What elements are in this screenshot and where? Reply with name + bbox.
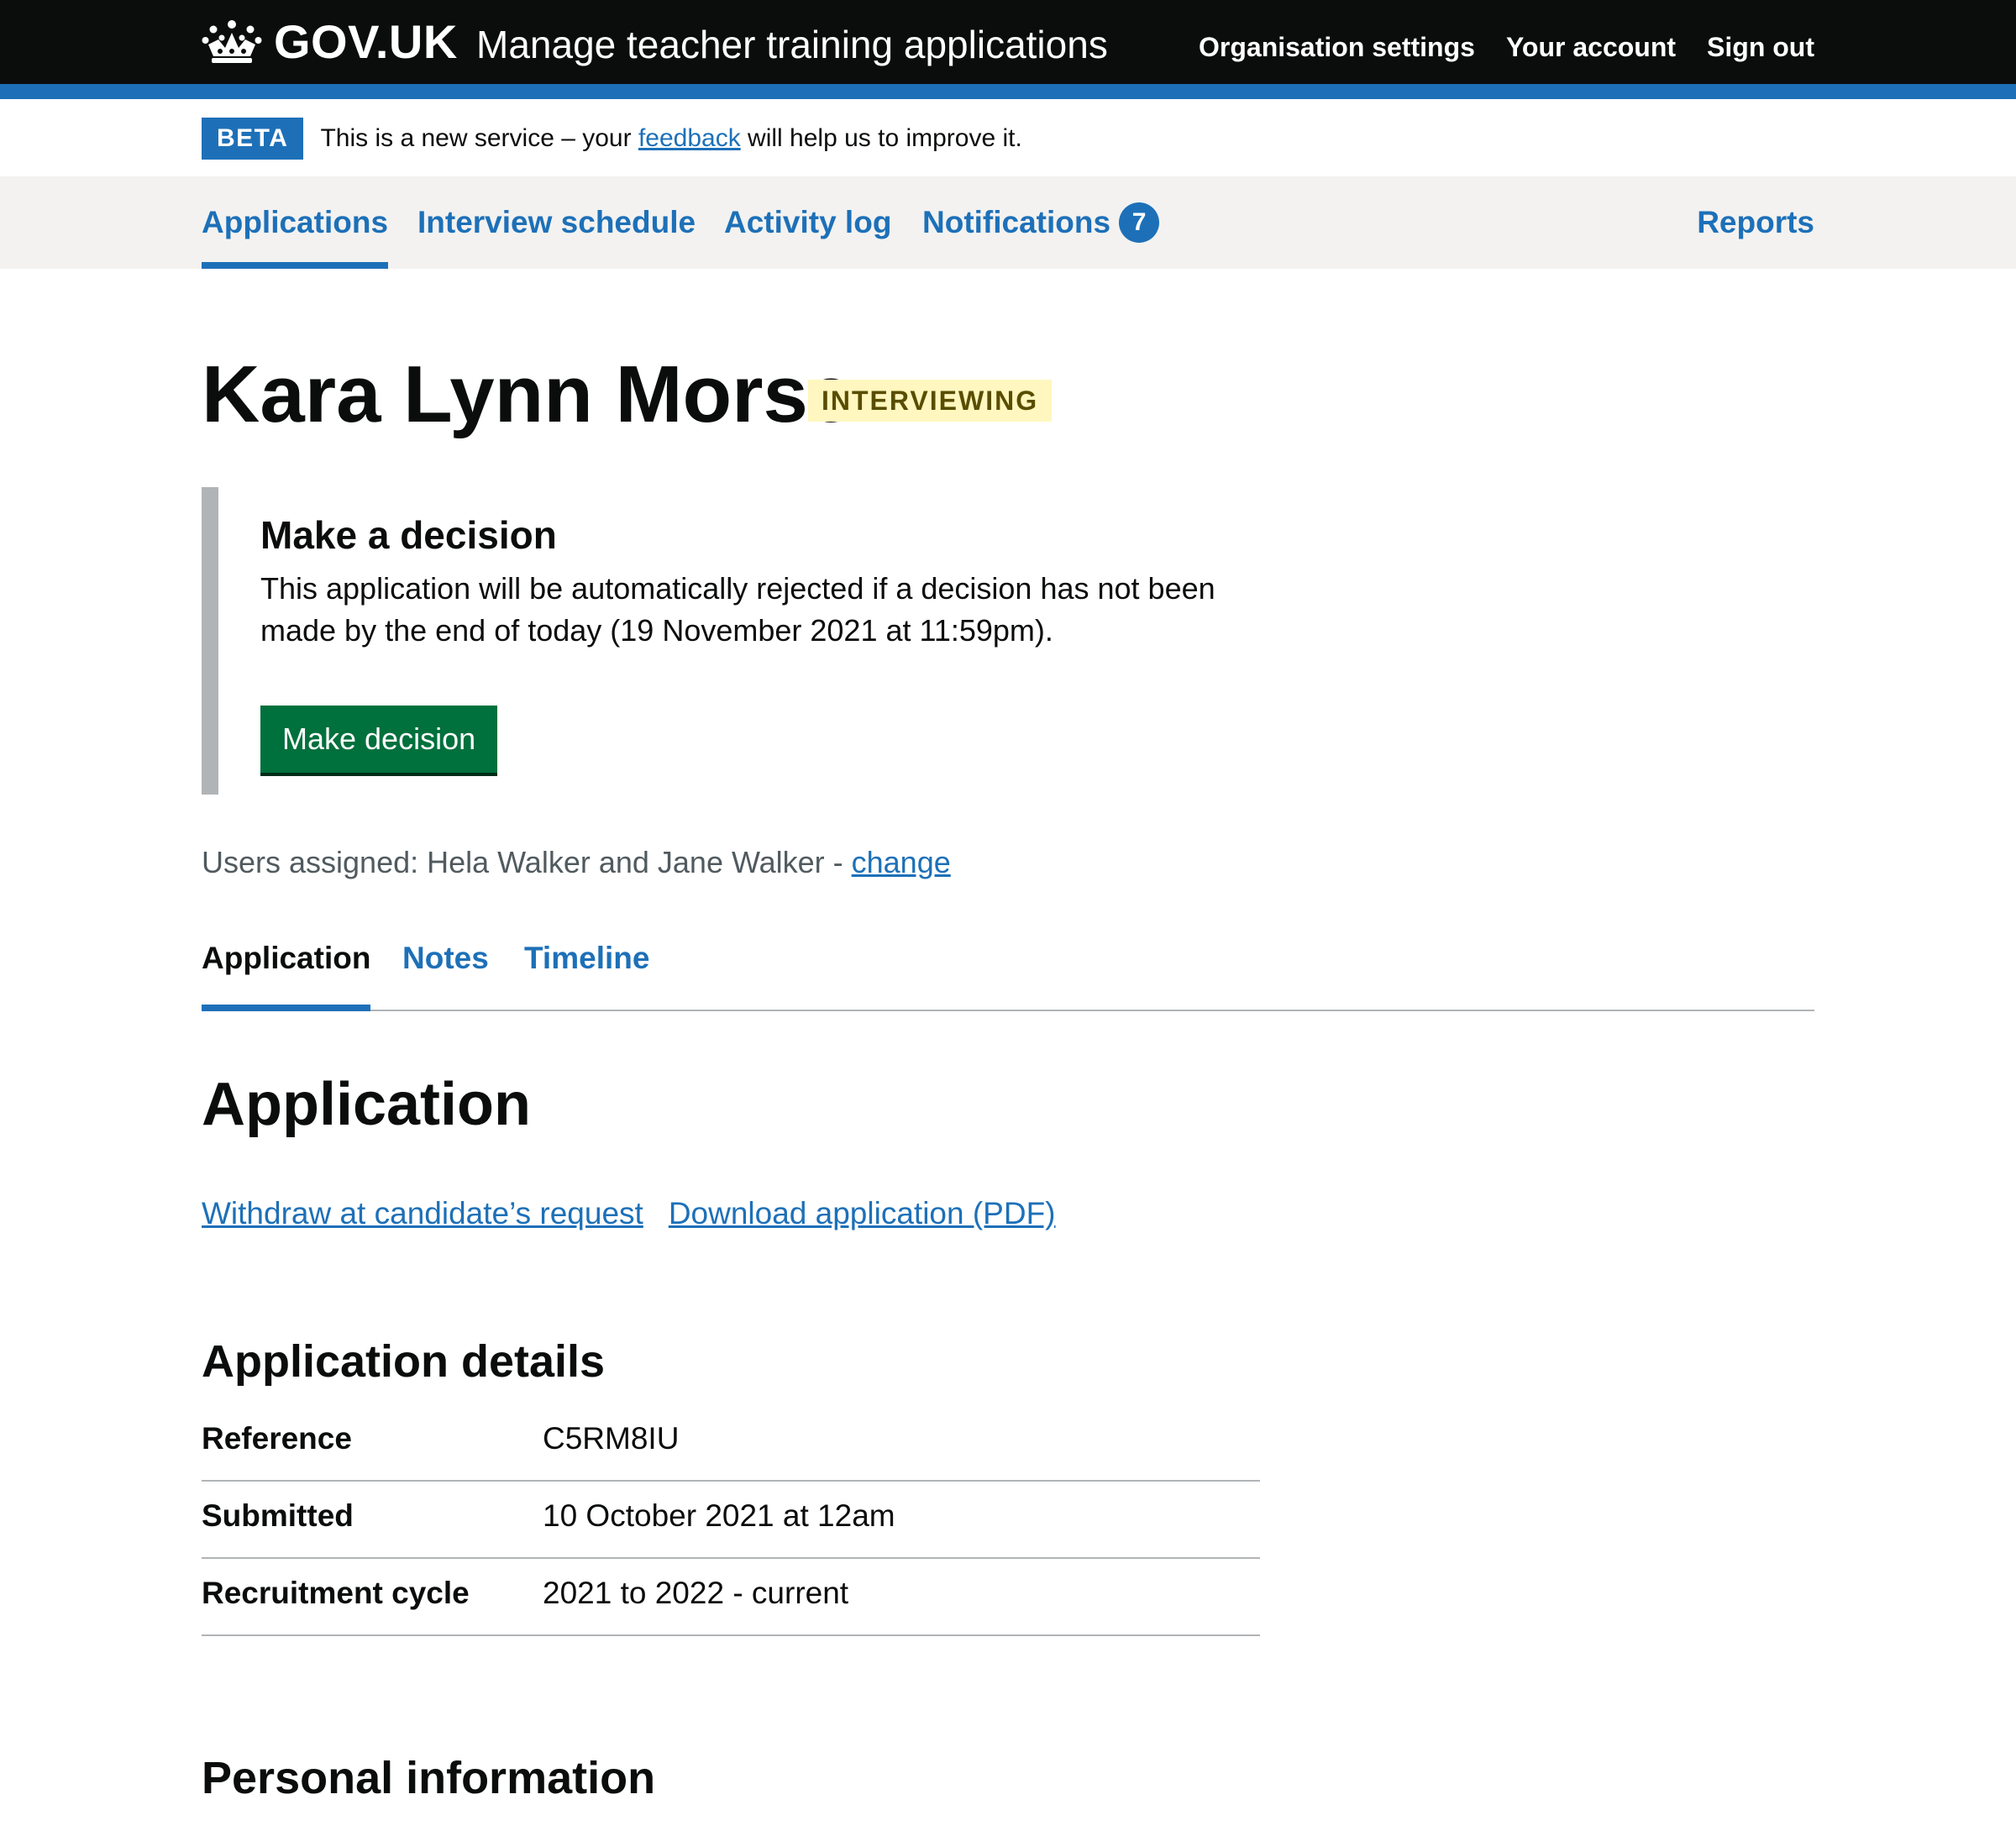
personal-information-heading: Personal information [202, 1753, 656, 1803]
application-details-list: Reference C5RM8IU Submitted 10 October 2… [202, 1408, 1260, 1636]
nav-notifications-label: Notifications [922, 205, 1111, 239]
decision-inset: Make a decision This application will be… [202, 487, 1260, 795]
tab-application[interactable]: Application [202, 924, 371, 1011]
crown-icon [202, 20, 262, 63]
decision-heading: Make a decision [260, 513, 557, 557]
header-nav: Organisation settings Your account Sign … [1199, 32, 1814, 63]
application-heading: Application [202, 1071, 531, 1138]
users-assigned: Users assigned: Hela Walker and Jane Wal… [202, 845, 951, 880]
tab-notes[interactable]: Notes [402, 924, 489, 1010]
summary-row-submitted: Submitted 10 October 2021 at 12am [202, 1482, 1260, 1559]
download-pdf-link[interactable]: Download application (PDF) [669, 1196, 1056, 1231]
withdraw-link[interactable]: Withdraw at candidate’s request [202, 1196, 643, 1231]
summary-key: Recruitment cycle [202, 1576, 470, 1610]
summary-row-reference: Reference C5RM8IU [202, 1408, 1260, 1482]
status-badge: INTERVIEWING [808, 380, 1053, 422]
summary-value: C5RM8IU [543, 1421, 680, 1456]
summary-key: Reference [202, 1421, 352, 1456]
logo-text: GOV.UK [274, 14, 458, 68]
nav-notifications[interactable]: Notifications 7 [922, 176, 1160, 269]
summary-value: 10 October 2021 at 12am [543, 1498, 895, 1533]
service-name-link[interactable]: Manage teacher training applications [476, 22, 1108, 67]
sub-navigation-tabs: Application Notes Timeline [202, 924, 1814, 1011]
govuk-logo-link[interactable]: GOV.UK [202, 14, 458, 68]
application-details-heading: Application details [202, 1336, 606, 1387]
page: GOV.UK Manage teacher training applicati… [0, 0, 2016, 1831]
notifications-count-badge: 7 [1119, 202, 1160, 243]
make-decision-button[interactable]: Make decision [260, 706, 498, 773]
users-assigned-text: Users assigned: Hela Walker and Jane Wal… [202, 845, 852, 879]
nav-activity-log[interactable]: Activity log [724, 176, 891, 269]
phase-text-before: This is a new service – your [320, 124, 638, 152]
nav-interview-schedule[interactable]: Interview schedule [417, 176, 696, 269]
phase-banner: BETA This is a new service – your feedba… [202, 118, 1022, 160]
beta-tag: BETA [202, 118, 304, 160]
decision-warning-text: This application will be automatically r… [260, 571, 1215, 648]
feedback-link[interactable]: feedback [638, 124, 741, 152]
application-actions: Withdraw at candidate’s request Download… [202, 1196, 1056, 1231]
nav-applications[interactable]: Applications [202, 176, 389, 269]
your-account-link[interactable]: Your account [1506, 32, 1676, 63]
site-header: GOV.UK Manage teacher training applicati… [0, 0, 2016, 84]
nav-reports[interactable]: Reports [1697, 176, 1814, 269]
header-blue-stripe [0, 84, 2016, 99]
summary-key: Submitted [202, 1498, 354, 1533]
phase-banner-text: This is a new service – your feedback wi… [320, 124, 1021, 153]
organisation-settings-link[interactable]: Organisation settings [1199, 32, 1475, 63]
tab-timeline[interactable]: Timeline [524, 924, 649, 1010]
summary-row-recruitment-cycle: Recruitment cycle 2021 to 2022 - current [202, 1559, 1260, 1636]
sign-out-link[interactable]: Sign out [1707, 32, 1814, 63]
primary-navigation: Applications Interview schedule Activity… [0, 176, 2016, 269]
candidate-name-heading: Kara Lynn Morse [202, 349, 853, 439]
summary-value: 2021 to 2022 - current [543, 1576, 849, 1610]
change-assigned-users-link[interactable]: change [852, 845, 951, 879]
phase-text-after: will help us to improve it. [740, 124, 1022, 152]
